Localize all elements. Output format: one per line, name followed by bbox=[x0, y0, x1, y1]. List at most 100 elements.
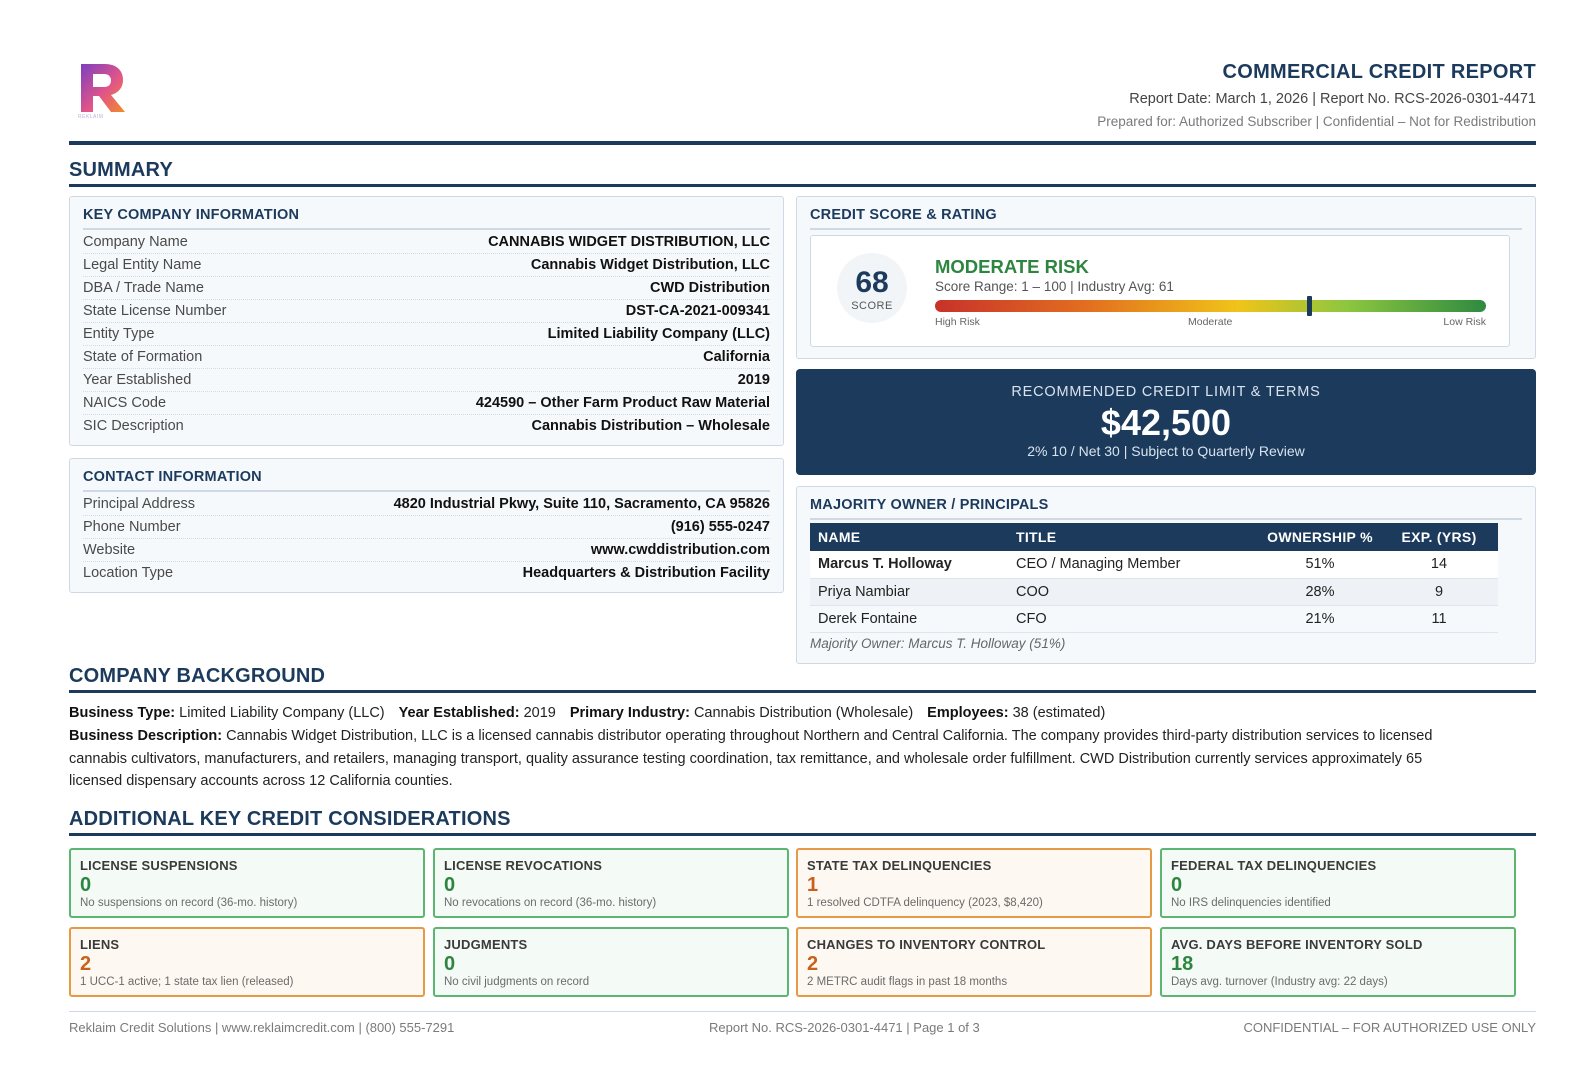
panel-title: CONTACT INFORMATION bbox=[83, 469, 262, 485]
year-established-value: 2019 bbox=[523, 705, 556, 721]
credit-limit-box: RECOMMENDED CREDIT LIMIT & TERMS $42,500… bbox=[796, 369, 1536, 475]
contact-label: Location Type bbox=[83, 565, 174, 581]
contact-row: Website www.cwddistribution.com bbox=[83, 539, 770, 562]
consideration-description: No revocations on record (36-mo. history… bbox=[444, 897, 657, 909]
business-type-label: Business Type: bbox=[69, 705, 176, 721]
contact-value: 4820 Industrial Pkwy, Suite 110, Sacrame… bbox=[393, 496, 770, 512]
consideration-description: Days avg. turnover (Industry avg: 22 day… bbox=[1171, 976, 1388, 988]
consideration-card: CHANGES TO INVENTORY CONTROL 2 2 METRC a… bbox=[796, 927, 1152, 997]
info-value: Cannabis Widget Distribution, LLC bbox=[530, 257, 770, 273]
owner-title: CEO / Managing Member bbox=[1008, 551, 1260, 579]
consideration-title: FEDERAL TAX DELINQUENCIES bbox=[1171, 858, 1377, 873]
header-divider bbox=[69, 141, 1536, 145]
consideration-value: 0 bbox=[444, 874, 456, 896]
consideration-card: LICENSE REVOCATIONS 0 No revocations on … bbox=[433, 848, 789, 918]
info-value: Limited Liability Company (LLC) bbox=[547, 326, 770, 342]
score-range: Score Range: 1 – 100 | Industry Avg: 61 bbox=[935, 279, 1174, 294]
consideration-title: LIENS bbox=[80, 937, 120, 952]
info-row: State of Formation California bbox=[83, 346, 770, 369]
contact-label: Website bbox=[83, 542, 136, 558]
column-header: NAME bbox=[810, 523, 1008, 551]
info-label: DBA / Trade Name bbox=[83, 280, 204, 296]
info-label: Legal Entity Name bbox=[83, 257, 202, 273]
background-divider bbox=[69, 690, 1536, 693]
info-row: NAICS Code 424590 – Other Farm Product Ra… bbox=[83, 392, 770, 415]
owner-experience: 14 bbox=[1380, 551, 1498, 579]
footer-confidential: CONFIDENTIAL – FOR AUTHORIZED USE ONLY bbox=[1243, 1020, 1536, 1035]
info-label: SIC Description bbox=[83, 418, 184, 434]
report-prepared-for: Prepared for: Authorized Subscriber | Co… bbox=[1097, 114, 1536, 129]
owner-ownership: 51% bbox=[1260, 551, 1380, 579]
credit-terms: 2% 10 / Net 30 | Subject to Quarterly Re… bbox=[1027, 443, 1305, 459]
consideration-title: JUDGMENTS bbox=[444, 937, 528, 952]
consideration-description: 1 resolved CDTFA delinquency (2023, $8,4… bbox=[807, 897, 1043, 909]
info-label: Entity Type bbox=[83, 326, 155, 342]
info-value: CWD Distribution bbox=[649, 280, 770, 296]
consideration-card: STATE TAX DELINQUENCIES 1 1 resolved CDT… bbox=[796, 848, 1152, 918]
business-description-label: Business Description: bbox=[69, 728, 223, 744]
credit-score-panel: CREDIT SCORE & RATING 68 SCORE MODERATE … bbox=[796, 196, 1536, 359]
consideration-card: JUDGMENTS 0 No civil judgments on record bbox=[433, 927, 789, 997]
score-badge: 68 SCORE bbox=[837, 253, 907, 323]
info-label: State License Number bbox=[83, 303, 227, 319]
owner-experience: 11 bbox=[1380, 605, 1498, 633]
consideration-description: No IRS delinquencies identified bbox=[1171, 897, 1331, 909]
info-value: California bbox=[703, 349, 770, 365]
info-label: NAICS Code bbox=[83, 395, 167, 411]
consideration-value: 1 bbox=[807, 874, 819, 896]
risk-tick-low: Low Risk bbox=[1443, 316, 1486, 328]
year-established-label: Year Established: bbox=[398, 705, 520, 721]
contact-value: (916) 555-0247 bbox=[670, 519, 770, 535]
considerations-divider bbox=[69, 833, 1536, 836]
info-row: Year Established 2019 bbox=[83, 369, 770, 392]
owner-title: CFO bbox=[1008, 605, 1260, 633]
consideration-title: AVG. DAYS BEFORE INVENTORY SOLD bbox=[1171, 937, 1423, 952]
employees-value: 38 (estimated) bbox=[1012, 705, 1106, 721]
info-row: Entity Type Limited Liability Company (LL… bbox=[83, 323, 770, 346]
owner-ownership: 28% bbox=[1260, 578, 1380, 606]
business-description-line: cannabis cultivators, manufacturers, and… bbox=[69, 751, 1423, 767]
footer-company: Reklaim Credit Solutions | www.reklaimcr… bbox=[69, 1020, 455, 1035]
summary-divider bbox=[69, 184, 1536, 187]
contact-value: Headquarters & Distribution Facility bbox=[522, 565, 770, 581]
contact-info-panel: CONTACT INFORMATION Principal Address 482… bbox=[69, 458, 784, 593]
contact-label: Principal Address bbox=[83, 496, 196, 512]
risk-tick-high: High Risk bbox=[935, 316, 980, 328]
employees-label: Employees: bbox=[927, 705, 1009, 721]
info-label: Year Established bbox=[83, 372, 192, 388]
column-header: OWNERSHIP % bbox=[1260, 523, 1380, 551]
info-row: Company Name CANNABIS WIDGET DISTRIBUTION… bbox=[83, 231, 770, 254]
report-meta: Report Date: March 1, 2026 | Report No. … bbox=[1129, 91, 1536, 107]
logo-wordmark: REKLAIM bbox=[78, 114, 104, 120]
table-row: Derek Fontaine CFO 21% 11 bbox=[810, 605, 1498, 633]
risk-tick-moderate: Moderate bbox=[1188, 316, 1233, 328]
panel-title-divider bbox=[810, 228, 1522, 230]
column-header: TITLE bbox=[1008, 523, 1260, 551]
footer-divider bbox=[69, 1011, 1536, 1012]
column-header: EXP. (YRS) bbox=[1380, 523, 1498, 551]
info-label: State of Formation bbox=[83, 349, 203, 365]
info-value: 424590 – Other Farm Product Raw Material bbox=[475, 395, 770, 411]
consideration-description: No civil judgments on record bbox=[444, 976, 590, 988]
majority-owner-note: Majority Owner: Marcus T. Holloway (51%) bbox=[810, 636, 1066, 651]
report-title: COMMERCIAL CREDIT REPORT bbox=[1222, 61, 1536, 83]
credit-limit-heading: RECOMMENDED CREDIT LIMIT & TERMS bbox=[1011, 384, 1321, 400]
consideration-value: 0 bbox=[444, 953, 456, 975]
table-row: Priya Nambiar COO 28% 9 bbox=[810, 578, 1498, 606]
business-type-value: Limited Liability Company (LLC) bbox=[179, 705, 385, 721]
key-company-info-panel: KEY COMPANY INFORMATION Company Name CANN… bbox=[69, 196, 784, 446]
website-link[interactable]: www.cwddistribution.com bbox=[591, 542, 770, 558]
owner-experience: 9 bbox=[1380, 578, 1498, 606]
panel-title-divider bbox=[810, 518, 1522, 520]
info-label: Company Name bbox=[83, 234, 188, 250]
owner-name: Priya Nambiar bbox=[810, 578, 1008, 606]
considerations-heading: ADDITIONAL KEY CREDIT CONSIDERATIONS bbox=[69, 808, 511, 830]
owners-panel: MAJORITY OWNER / PRINCIPALS NAME TITLE O… bbox=[796, 486, 1536, 664]
consideration-card: LIENS 2 1 UCC-1 active; 1 state tax lien… bbox=[69, 927, 425, 997]
consideration-description: 2 METRC audit flags in past 18 months bbox=[807, 976, 1008, 988]
consideration-title: LICENSE SUSPENSIONS bbox=[80, 858, 238, 873]
company-background-heading: COMPANY BACKGROUND bbox=[69, 665, 326, 687]
score-card: 68 SCORE MODERATE RISK Score Range: 1 – … bbox=[810, 235, 1510, 347]
report-page: REKLAIM COMMERCIAL CREDIT REPORT Report … bbox=[69, 0, 1536, 1067]
panel-title: KEY COMPANY INFORMATION bbox=[83, 207, 300, 223]
